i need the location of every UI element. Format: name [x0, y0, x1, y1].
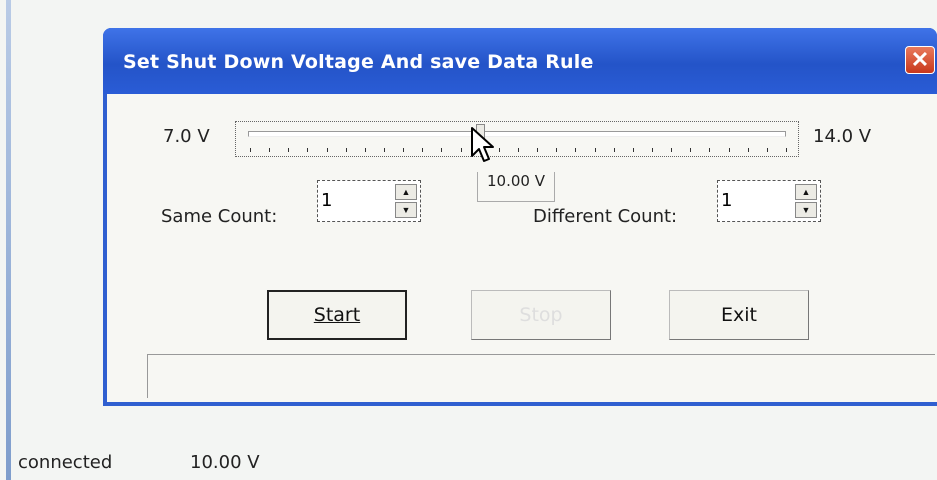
- same-count-label: Same Count:: [161, 206, 278, 227]
- slider-tick: [364, 148, 366, 152]
- slider-tick: [441, 148, 443, 152]
- exit-button-label: Exit: [721, 304, 757, 326]
- stop-button-label: Stop: [519, 304, 563, 326]
- dialog-status-field: [147, 354, 935, 398]
- connection-status: connected: [18, 452, 113, 473]
- different-count-label: Different Count:: [533, 206, 678, 227]
- slider-tick: [766, 148, 768, 152]
- title-bar[interactable]: Set Shut Down Voltage And save Data Rule…: [103, 28, 937, 94]
- different-count-spinner[interactable]: ▲ ▼: [717, 180, 821, 222]
- slider-tick: [384, 148, 385, 152]
- slider-tick: [537, 148, 539, 152]
- slider-tick: [422, 148, 424, 152]
- slider-tick: [250, 148, 251, 152]
- background-window-edge: [6, 0, 11, 480]
- voltage-readout: 10.00 V: [190, 452, 260, 473]
- slider-tick: [556, 148, 558, 152]
- shutdown-voltage-dialog: Set Shut Down Voltage And save Data Rule…: [103, 28, 937, 406]
- same-count-down-icon[interactable]: ▼: [395, 202, 417, 218]
- slider-min-label: 7.0 V: [163, 126, 210, 147]
- start-button-label: Start: [313, 304, 361, 326]
- dialog-title: Set Shut Down Voltage And save Data Rule: [123, 51, 594, 73]
- slider-tick: [326, 148, 328, 152]
- slider-tick: [709, 148, 711, 152]
- slider-value-text: 10.00 V: [487, 172, 545, 190]
- slider-tick: [575, 148, 577, 152]
- slider-tick: [690, 148, 692, 152]
- slider-tick: [345, 148, 347, 152]
- slider-tick: [632, 148, 634, 152]
- close-icon: ✕: [910, 47, 930, 72]
- slider-track: [248, 131, 786, 137]
- slider-max-label: 14.0 V: [813, 126, 872, 147]
- same-count-up-icon[interactable]: ▲: [395, 184, 417, 200]
- slider-tick: [269, 148, 271, 152]
- slider-tick: [652, 148, 653, 152]
- exit-button[interactable]: Exit: [669, 290, 809, 340]
- start-button[interactable]: Start: [267, 290, 407, 340]
- different-count-down-icon[interactable]: ▼: [795, 202, 817, 218]
- slider-tick: [403, 148, 405, 152]
- different-count-input[interactable]: [721, 183, 791, 217]
- voltage-slider[interactable]: [235, 121, 799, 157]
- different-count-up-icon[interactable]: ▲: [795, 184, 817, 200]
- slider-value-tooltip: 10.00 V: [477, 172, 555, 202]
- slider-tick: [747, 148, 749, 152]
- close-button[interactable]: ✕: [905, 46, 935, 74]
- slider-tick: [786, 148, 787, 152]
- dialog-client-area: 7.0 V 14.0 V 10.00 V Same Count: ▲ ▼ Dif…: [107, 94, 937, 402]
- slider-tick: [288, 148, 290, 152]
- same-count-spinner[interactable]: ▲ ▼: [317, 180, 421, 222]
- slider-tick: [613, 148, 615, 152]
- mouse-pointer-icon: [471, 127, 494, 162]
- slider-tick: [307, 148, 309, 152]
- slider-tick: [594, 148, 596, 152]
- slider-tick: [498, 148, 500, 152]
- slider-tick: [460, 148, 462, 152]
- same-count-input[interactable]: [321, 183, 391, 217]
- stop-button[interactable]: Stop: [471, 290, 611, 340]
- slider-tick: [518, 148, 519, 152]
- slider-tick: [728, 148, 730, 152]
- slider-tick: [671, 148, 673, 152]
